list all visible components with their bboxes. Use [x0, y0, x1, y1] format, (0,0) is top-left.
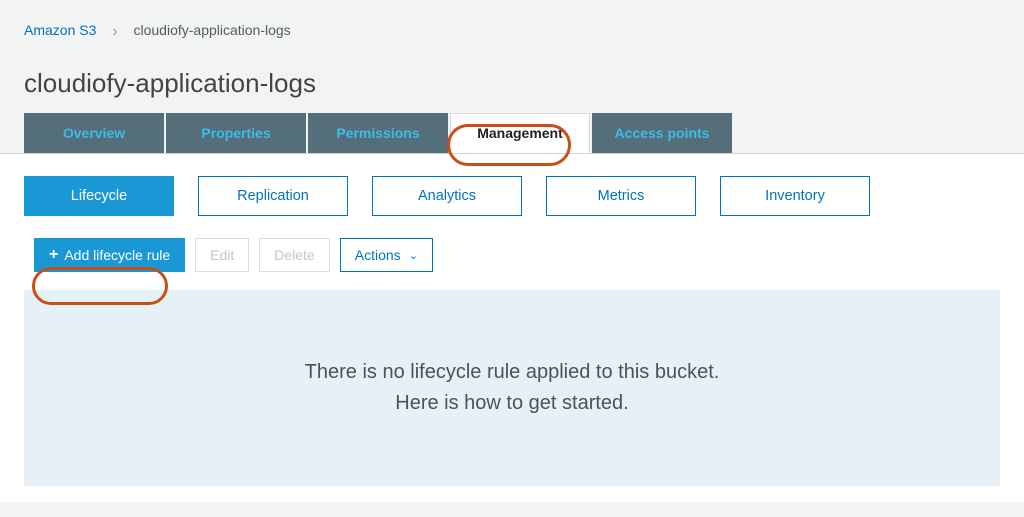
breadcrumb-current: cloudiofy-application-logs	[133, 22, 290, 38]
chevron-down-icon: ⌄	[409, 249, 418, 262]
edit-button: Edit	[195, 238, 249, 272]
tab-overview[interactable]: Overview	[24, 113, 164, 153]
delete-button: Delete	[259, 238, 329, 272]
tab-access-points[interactable]: Access points	[592, 113, 732, 153]
breadcrumb-root-link[interactable]: Amazon S3	[24, 22, 96, 38]
add-lifecycle-rule-button[interactable]: + Add lifecycle rule	[34, 238, 185, 272]
page-title: cloudiofy-application-logs	[0, 52, 1024, 113]
add-lifecycle-rule-label: Add lifecycle rule	[64, 247, 170, 263]
plus-icon: +	[49, 246, 58, 264]
empty-state-line1: There is no lifecycle rule applied to th…	[305, 357, 720, 388]
sub-tab-inventory[interactable]: Inventory	[720, 176, 870, 216]
tab-permissions[interactable]: Permissions	[308, 113, 448, 153]
actions-label: Actions	[355, 247, 401, 263]
breadcrumb: Amazon S3 › cloudiofy-application-logs	[0, 0, 1024, 52]
content-area: Lifecycle Replication Analytics Metrics …	[0, 154, 1024, 502]
tab-management[interactable]: Management	[450, 113, 590, 153]
sub-tab-replication[interactable]: Replication	[198, 176, 348, 216]
management-sub-tabs: Lifecycle Replication Analytics Metrics …	[24, 176, 1000, 216]
tab-bar: Overview Properties Permissions Manageme…	[0, 113, 1024, 154]
empty-state-line2: Here is how to get started.	[395, 388, 628, 419]
sub-tab-lifecycle[interactable]: Lifecycle	[24, 176, 174, 216]
chevron-right-icon: ›	[112, 23, 117, 41]
sub-tab-metrics[interactable]: Metrics	[546, 176, 696, 216]
sub-tab-analytics[interactable]: Analytics	[372, 176, 522, 216]
empty-state-panel: There is no lifecycle rule applied to th…	[24, 290, 1000, 486]
actions-dropdown[interactable]: Actions ⌄	[340, 238, 433, 272]
lifecycle-toolbar: + Add lifecycle rule Edit Delete Actions…	[24, 238, 1000, 272]
tab-properties[interactable]: Properties	[166, 113, 306, 153]
